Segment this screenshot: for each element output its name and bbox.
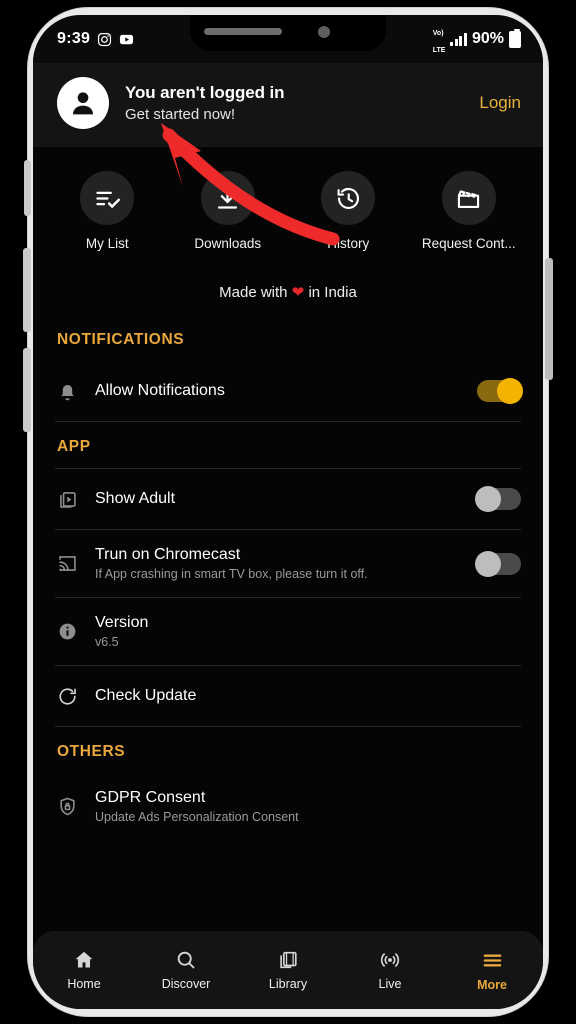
download-icon	[200, 171, 255, 225]
signal-strength-icon	[450, 32, 467, 46]
made-with-suffix: in India	[308, 284, 357, 301]
broadcast-icon	[379, 949, 401, 971]
bell-icon	[57, 381, 91, 402]
login-button[interactable]: Login	[479, 93, 521, 113]
heart-icon: ❤	[291, 284, 305, 301]
nav-item-discover[interactable]: Discover	[135, 949, 237, 991]
row-version[interactable]: Version v6.5	[33, 598, 543, 665]
silent-switch-button[interactable]	[24, 160, 31, 216]
login-banner-text: You aren't logged in Get started now!	[125, 83, 463, 123]
row-text: Allow Notifications	[91, 382, 477, 400]
info-icon	[57, 621, 91, 642]
status-clock: 9:39	[57, 30, 91, 47]
quick-action-request-content[interactable]: Request Cont...	[409, 171, 530, 251]
bottom-navigation-bar: Home Discover Library Live More	[33, 931, 543, 1009]
row-text: Check Update	[91, 687, 521, 705]
section-title-notifications: NOTIFICATIONS	[57, 331, 185, 348]
toggle-chromecast[interactable]	[475, 550, 521, 577]
row-title: Check Update	[95, 687, 197, 704]
row-title: GDPR Consent	[95, 789, 206, 806]
row-text: GDPR Consent Update Ads Personalization …	[91, 789, 521, 824]
row-title: Trun on Chromecast	[95, 546, 241, 563]
quick-action-history[interactable]: History	[288, 171, 409, 251]
playlist-check-icon	[80, 171, 135, 225]
nav-label: Live	[378, 977, 402, 991]
row-title: Version	[95, 614, 149, 631]
nav-item-home[interactable]: Home	[33, 949, 135, 991]
volume-down-button[interactable]	[23, 348, 31, 432]
made-with-label: Made with ❤ in India	[33, 257, 543, 315]
quick-action-label: Request Cont...	[421, 236, 516, 251]
video-library-icon	[57, 489, 91, 510]
instagram-icon	[97, 32, 112, 47]
nav-label: Discover	[161, 977, 211, 991]
toggle-show-adult[interactable]	[475, 486, 521, 512]
quick-action-label: History	[327, 236, 370, 251]
clapperboard-icon	[441, 171, 496, 225]
battery-percent-label: 90%	[471, 30, 504, 47]
volte-icon: Vo) LTE	[432, 30, 446, 54]
quick-action-label: Downloads	[194, 236, 262, 251]
made-with-prefix: Made with	[219, 284, 288, 301]
search-icon	[175, 949, 197, 971]
volume-up-button[interactable]	[23, 248, 31, 332]
row-subtitle: v6.5	[95, 635, 119, 649]
row-check-update[interactable]: Check Update	[33, 666, 543, 726]
row-show-adult[interactable]: Show Adult	[33, 469, 543, 529]
row-title: Show Adult	[95, 490, 176, 507]
quick-actions-row: My List Downloads History Request Cont..…	[33, 147, 543, 257]
row-text: Show Adult	[91, 490, 477, 508]
shield-lock-icon	[57, 796, 91, 817]
refresh-icon	[57, 686, 91, 707]
film-stack-icon	[277, 949, 299, 971]
screenshot-stage: 9:39 Vo) LTE 90% You aren't logged in Ge…	[0, 0, 576, 1024]
youtube-icon	[119, 32, 134, 47]
chromecast-icon	[57, 553, 91, 574]
nav-label: Home	[67, 977, 101, 991]
battery-icon	[509, 28, 521, 48]
row-text: Version v6.5	[91, 614, 521, 649]
row-text: Trun on Chromecast If App crashing in sm…	[91, 546, 477, 581]
home-icon	[73, 949, 95, 971]
power-button[interactable]	[545, 258, 553, 380]
quick-action-downloads[interactable]: Downloads	[168, 171, 289, 251]
nav-item-library[interactable]: Library	[237, 949, 339, 991]
section-title-app: APP	[57, 438, 91, 455]
toggle-knob	[475, 550, 501, 577]
nav-item-live[interactable]: Live	[339, 949, 441, 991]
row-subtitle: Update Ads Personalization Consent	[95, 810, 299, 824]
login-banner[interactable]: You aren't logged in Get started now! Lo…	[33, 63, 543, 147]
row-subtitle: If App crashing in smart TV box, please …	[95, 567, 368, 581]
row-title: Allow Notifications	[95, 382, 225, 399]
nav-label: More	[477, 977, 507, 992]
history-clock-icon	[321, 171, 376, 225]
row-gdpr-consent[interactable]: GDPR Consent Update Ads Personalization …	[33, 773, 543, 840]
login-banner-title: You aren't logged in	[125, 83, 285, 102]
nav-item-more[interactable]: More	[441, 949, 543, 992]
quick-action-label: My List	[85, 236, 129, 251]
toggle-knob	[497, 378, 523, 404]
notch	[190, 15, 386, 51]
row-allow-notifications[interactable]: Allow Notifications	[33, 361, 543, 421]
quick-action-my-list[interactable]: My List	[47, 171, 168, 251]
login-banner-subtitle: Get started now!	[125, 106, 236, 123]
nav-label: Library	[268, 977, 308, 991]
hamburger-icon	[481, 949, 504, 972]
earpiece-speaker	[204, 28, 282, 35]
section-title-others: OTHERS	[57, 743, 126, 760]
person-avatar-icon	[57, 77, 109, 129]
front-camera	[318, 26, 330, 38]
row-chromecast[interactable]: Trun on Chromecast If App crashing in sm…	[33, 530, 543, 597]
toggle-allow-notifications[interactable]	[477, 378, 523, 404]
phone-screen: 9:39 Vo) LTE 90% You aren't logged in Ge…	[33, 15, 543, 1009]
status-bar: 9:39 Vo) LTE 90%	[33, 15, 543, 63]
toggle-knob	[475, 486, 501, 512]
